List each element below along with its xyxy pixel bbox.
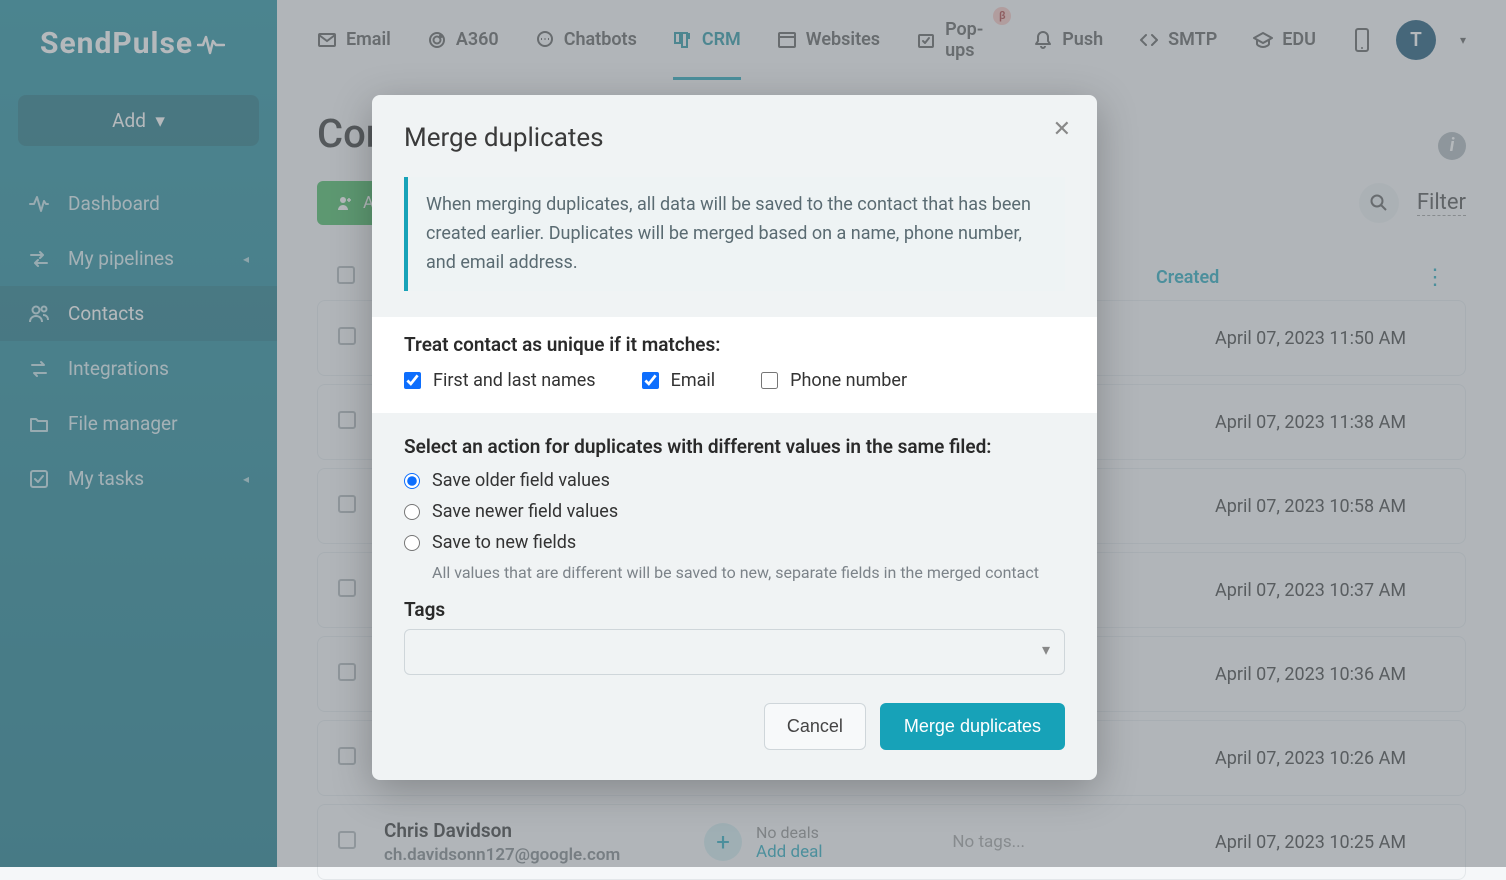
- checkbox-input[interactable]: [404, 372, 421, 389]
- tags-select[interactable]: [404, 629, 1065, 675]
- modal-info-text: When merging duplicates, all data will b…: [404, 177, 1065, 291]
- checkbox-label: First and last names: [433, 370, 596, 391]
- radio-input[interactable]: [404, 535, 420, 551]
- radio-save-to-new-fields[interactable]: Save to new fields: [404, 532, 1065, 553]
- radio-save-older-field-values[interactable]: Save older field values: [404, 470, 1065, 491]
- check-email[interactable]: Email: [642, 370, 716, 391]
- check-first-and-last-names[interactable]: First and last names: [404, 370, 596, 391]
- cancel-button[interactable]: Cancel: [764, 703, 866, 750]
- modal-close-button[interactable]: ✕: [1053, 117, 1071, 142]
- radio-save-newer-field-values[interactable]: Save newer field values: [404, 501, 1065, 522]
- check-phone-number[interactable]: Phone number: [761, 370, 907, 391]
- unique-match-section: Treat contact as unique if it matches: F…: [372, 317, 1097, 413]
- radio-label: Save older field values: [432, 470, 610, 491]
- checkbox-label: Phone number: [790, 370, 907, 391]
- radio-label: Save to new fields: [432, 532, 576, 553]
- radio-input[interactable]: [404, 473, 420, 489]
- modal-title: Merge duplicates: [404, 123, 1065, 153]
- unique-match-label: Treat contact as unique if it matches:: [404, 333, 1065, 356]
- checkbox-input[interactable]: [642, 372, 659, 389]
- merge-duplicates-button[interactable]: Merge duplicates: [880, 703, 1065, 750]
- radio-input[interactable]: [404, 504, 420, 520]
- tags-label: Tags: [404, 598, 1065, 621]
- duplicate-action-label: Select an action for duplicates with dif…: [404, 435, 1065, 458]
- checkbox-label: Email: [671, 370, 716, 391]
- checkbox-input[interactable]: [761, 372, 778, 389]
- merge-duplicates-modal: Merge duplicates ✕ When merging duplicat…: [372, 95, 1097, 780]
- radio-label: Save newer field values: [432, 501, 618, 522]
- radio-subtext: All values that are different will be sa…: [432, 563, 1065, 582]
